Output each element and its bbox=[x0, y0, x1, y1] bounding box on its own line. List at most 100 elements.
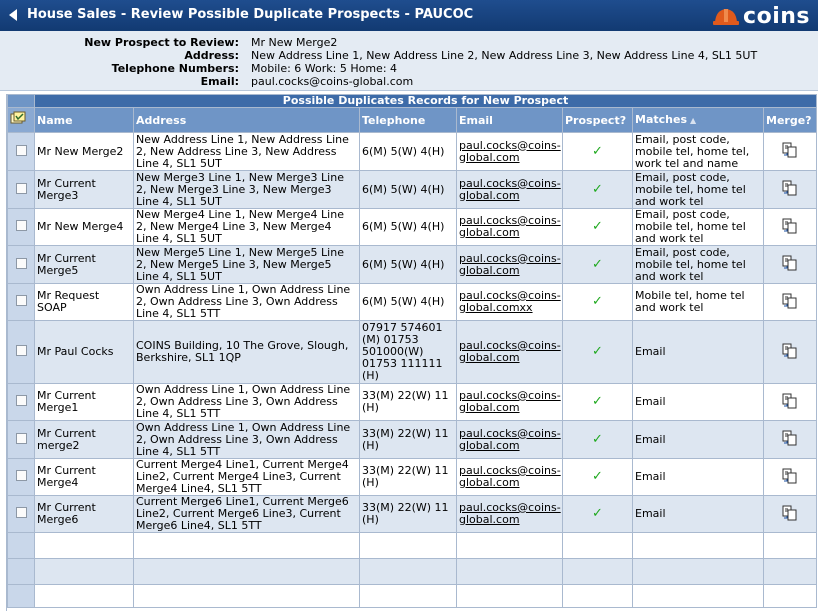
column-header-telephone[interactable]: Telephone bbox=[359, 107, 457, 133]
cell-address: New Merge5 Line 1, New Merge5 Line 2, Ne… bbox=[133, 245, 360, 284]
email-link[interactable]: paul.cocks@coins-global.com bbox=[459, 139, 561, 164]
row-checkbox[interactable] bbox=[15, 295, 27, 306]
table-row[interactable]: Mr Paul Cocks COINS Building, 10 The Grov… bbox=[7, 320, 818, 384]
email-link[interactable]: paul.cocks@coins-global.com bbox=[459, 214, 561, 239]
merge-icon[interactable] bbox=[782, 343, 798, 359]
prospect-check-icon: ✓ bbox=[592, 431, 603, 447]
cell-email: paul.cocks@coins-global.com bbox=[456, 170, 563, 209]
select-all-icon[interactable] bbox=[10, 111, 28, 127]
column-header-email[interactable]: Email bbox=[456, 107, 563, 133]
row-select-cell[interactable] bbox=[7, 495, 35, 533]
row-checkbox[interactable] bbox=[15, 470, 27, 481]
cell-matches: Email, post code, mobile tel, home tel a… bbox=[632, 245, 764, 284]
prospect-check-icon: ✓ bbox=[592, 143, 603, 159]
row-checkbox[interactable] bbox=[15, 395, 27, 406]
email-link[interactable]: paul.cocks@coins-global.com bbox=[459, 339, 561, 364]
row-checkbox[interactable] bbox=[15, 257, 27, 269]
logo-text: coins bbox=[743, 3, 810, 29]
row-select-cell[interactable] bbox=[7, 170, 35, 209]
row-select-cell[interactable] bbox=[7, 320, 35, 384]
cell-email: paul.cocks@coins-global.com bbox=[456, 495, 563, 533]
table-row[interactable]: Mr Current Merge4 Current Merge4 Line1, C… bbox=[7, 458, 818, 496]
cell-name: Mr New Merge4 bbox=[34, 208, 134, 246]
empty-cell bbox=[762, 532, 818, 559]
cell-email: paul.cocks@coins-global.com bbox=[456, 245, 563, 284]
row-select-cell[interactable] bbox=[7, 132, 35, 171]
cell-matches: Email, post code, mobile tel, home tel a… bbox=[632, 170, 764, 209]
row-select-cell[interactable] bbox=[7, 458, 35, 496]
table-row[interactable]: Mr New Merge4 New Merge4 Line 1, New Merg… bbox=[7, 208, 818, 246]
duplicates-grid: Possible Duplicates Records for New Pros… bbox=[6, 94, 818, 611]
row-checkbox[interactable] bbox=[15, 345, 27, 356]
row-select-cell[interactable] bbox=[7, 383, 35, 421]
column-header-address[interactable]: Address bbox=[133, 107, 360, 133]
email-link[interactable]: paul.cocks@coins-global.com bbox=[459, 427, 561, 452]
back-arrow-icon[interactable] bbox=[9, 9, 17, 21]
empty-row bbox=[7, 532, 818, 559]
cell-name: Mr Current Merge4 bbox=[34, 458, 134, 496]
email-link[interactable]: paul.cocks@coins-global.com bbox=[459, 501, 561, 526]
table-row[interactable]: Mr Current Merge5 New Merge5 Line 1, New … bbox=[7, 245, 818, 284]
cell-address: Own Address Line 1, Own Address Line 2, … bbox=[133, 383, 360, 421]
prospect-check-icon: ✓ bbox=[592, 181, 603, 197]
cell-address: COINS Building, 10 The Grove, Slough, Be… bbox=[133, 320, 360, 384]
grid-header-row: Name Address Telephone Email Prospect? M… bbox=[7, 107, 818, 133]
table-row[interactable]: Mr Current Merge6 Current Merge6 Line1, C… bbox=[7, 495, 818, 533]
merge-icon[interactable] bbox=[782, 180, 798, 196]
select-all-header[interactable] bbox=[7, 107, 35, 133]
cell-prospect: ✓ bbox=[562, 495, 633, 533]
cell-merge bbox=[762, 283, 818, 321]
merge-icon[interactable] bbox=[782, 430, 798, 446]
column-header-merge[interactable]: Merge? bbox=[762, 107, 818, 133]
prospect-check-icon: ✓ bbox=[592, 394, 603, 409]
cell-telephone: 6(M) 5(W) 4(H) bbox=[359, 208, 457, 246]
row-select-cell[interactable] bbox=[7, 245, 35, 284]
cell-prospect: ✓ bbox=[562, 320, 633, 384]
cell-matches: Email bbox=[632, 320, 764, 384]
row-select-cell[interactable] bbox=[7, 283, 35, 321]
cell-prospect: ✓ bbox=[562, 283, 633, 321]
row-select-cell[interactable] bbox=[7, 420, 35, 459]
merge-icon[interactable] bbox=[782, 468, 798, 484]
row-checkbox[interactable] bbox=[15, 144, 27, 156]
row-checkbox[interactable] bbox=[15, 182, 27, 194]
table-row[interactable]: Mr Current Merge1 Own Address Line 1, Own… bbox=[7, 383, 818, 421]
email-link[interactable]: paul.cocks@coins-global.com bbox=[459, 252, 561, 277]
email-link[interactable]: paul.cocks@coins-global.com bbox=[459, 177, 561, 202]
empty-cell bbox=[133, 558, 360, 585]
sort-ascending-icon: ▲ bbox=[690, 116, 697, 125]
title-bar: House Sales - Review Possible Duplicate … bbox=[0, 0, 818, 31]
empty-cell bbox=[359, 558, 457, 585]
table-row[interactable]: Mr Current merge2 Own Address Line 1, Own… bbox=[7, 420, 818, 459]
empty-cell bbox=[34, 584, 134, 608]
column-header-name[interactable]: Name bbox=[34, 107, 134, 133]
merge-icon[interactable] bbox=[782, 255, 798, 271]
cell-merge bbox=[762, 208, 818, 246]
column-header-prospect[interactable]: Prospect? bbox=[562, 107, 633, 133]
cell-matches: Mobile tel, home tel and work tel bbox=[632, 283, 764, 321]
empty-cell bbox=[359, 584, 457, 608]
row-checkbox[interactable] bbox=[15, 220, 27, 231]
merge-icon[interactable] bbox=[782, 505, 798, 521]
merge-icon[interactable] bbox=[782, 293, 798, 309]
column-header-matches[interactable]: Matches ▲ bbox=[632, 107, 764, 133]
email-link[interactable]: paul.cocks@coins-global.comxx bbox=[459, 289, 561, 314]
merge-icon[interactable] bbox=[782, 393, 798, 409]
cell-matches: Email bbox=[632, 420, 764, 459]
row-select-cell[interactable] bbox=[7, 208, 35, 246]
table-row[interactable]: Mr Current Merge3 New Merge3 Line 1, New … bbox=[7, 170, 818, 209]
empty-cell bbox=[456, 558, 563, 585]
empty-cell bbox=[562, 584, 633, 608]
row-checkbox[interactable] bbox=[15, 432, 27, 444]
email-link[interactable]: paul.cocks@coins-global.com bbox=[459, 464, 561, 489]
email-link[interactable]: paul.cocks@coins-global.com bbox=[459, 389, 561, 414]
cell-telephone: 07917 574601 (M) 01753 501000(W) 01753 1… bbox=[359, 320, 457, 384]
table-row[interactable]: Mr Request SOAP Own Address Line 1, Own A… bbox=[7, 283, 818, 321]
merge-icon[interactable] bbox=[782, 218, 798, 234]
row-checkbox[interactable] bbox=[15, 507, 27, 518]
merge-icon[interactable] bbox=[782, 142, 798, 158]
table-row[interactable]: Mr New Merge2 New Address Line 1, New Add… bbox=[7, 132, 818, 171]
empty-row bbox=[7, 584, 818, 608]
cell-email: paul.cocks@coins-global.com bbox=[456, 458, 563, 496]
empty-select-cell bbox=[7, 558, 35, 585]
